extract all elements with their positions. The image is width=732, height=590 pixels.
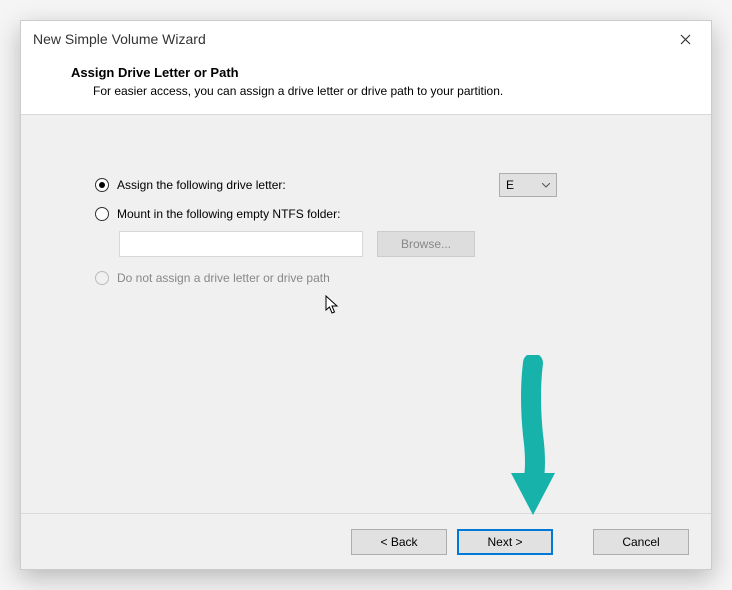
option-mount-row[interactable]: Mount in the following empty NTFS folder… [95,207,667,221]
next-button[interactable]: Next > [457,529,553,555]
drive-letter-value: E [506,178,542,192]
page-subtext: For easier access, you can assign a driv… [93,84,687,98]
mount-path-row: Browse... [119,231,667,257]
option-mount-label: Mount in the following empty NTFS folder… [117,207,340,221]
cancel-button[interactable]: Cancel [593,529,689,555]
mount-path-input[interactable] [119,231,363,257]
option-assign-label: Assign the following drive letter: [117,178,286,192]
titlebar: New Simple Volume Wizard [21,21,711,57]
browse-button: Browse... [377,231,475,257]
radio-none-icon [95,271,109,285]
option-none-row: Do not assign a drive letter or drive pa… [95,271,667,285]
option-none-label: Do not assign a drive letter or drive pa… [117,271,330,285]
option-assign-row[interactable]: Assign the following drive letter: E [95,173,667,197]
wizard-content: Assign the following drive letter: E Mou… [21,115,711,513]
wizard-dialog: New Simple Volume Wizard Assign Drive Le… [20,20,712,570]
wizard-footer: < Back Next > Cancel [21,513,711,569]
wizard-header: Assign Drive Letter or Path For easier a… [21,57,711,115]
window-title: New Simple Volume Wizard [33,31,671,47]
page-heading: Assign Drive Letter or Path [71,65,687,80]
drive-letter-select[interactable]: E [499,173,557,197]
back-button[interactable]: < Back [351,529,447,555]
close-icon[interactable] [671,25,699,53]
radio-mount-icon[interactable] [95,207,109,221]
chevron-down-icon [542,180,550,190]
mouse-cursor-icon [325,295,343,320]
radio-assign-icon[interactable] [95,178,109,192]
annotation-arrow-icon [503,355,563,528]
